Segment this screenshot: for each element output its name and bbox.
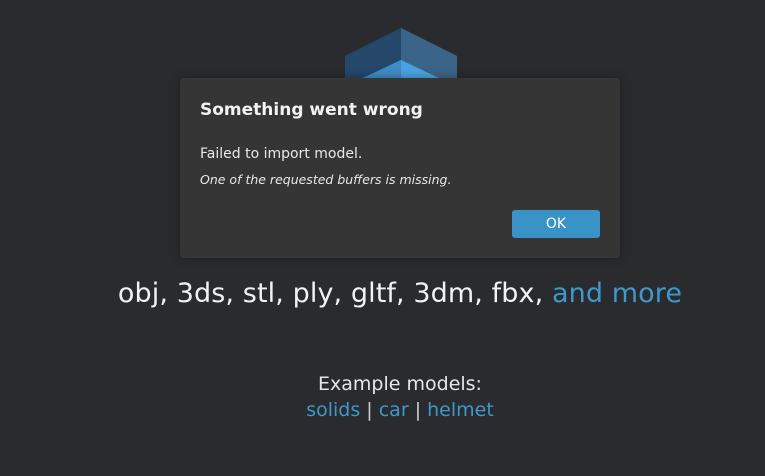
example-link-car[interactable]: car <box>379 399 409 421</box>
dialog-title: Something went wrong <box>200 100 423 120</box>
example-models: Example models: solids | car | helmet <box>0 371 765 423</box>
and-more-link[interactable]: and more <box>552 278 682 309</box>
ok-button[interactable]: OK <box>512 210 600 238</box>
supported-formats: obj, 3ds, stl, ply, gltf, 3dm, fbx, and … <box>0 278 765 309</box>
example-link-solids[interactable]: solids <box>306 399 360 421</box>
dialog-message: Failed to import model. <box>200 146 363 162</box>
link-separator: | <box>414 399 422 421</box>
error-dialog: Something went wrong Failed to import mo… <box>180 78 620 258</box>
app-page: Drag and drop files obj, 3ds, stl, ply, … <box>0 0 765 476</box>
dialog-detail: One of the requested buffers is missing. <box>200 172 452 187</box>
formats-list: obj, 3ds, stl, ply, gltf, 3dm, fbx, <box>117 278 544 309</box>
link-separator: | <box>366 399 373 421</box>
examples-label: Example models: <box>318 373 482 395</box>
example-link-helmet[interactable]: helmet <box>427 399 494 421</box>
example-links: solids | car | helmet <box>0 397 765 423</box>
